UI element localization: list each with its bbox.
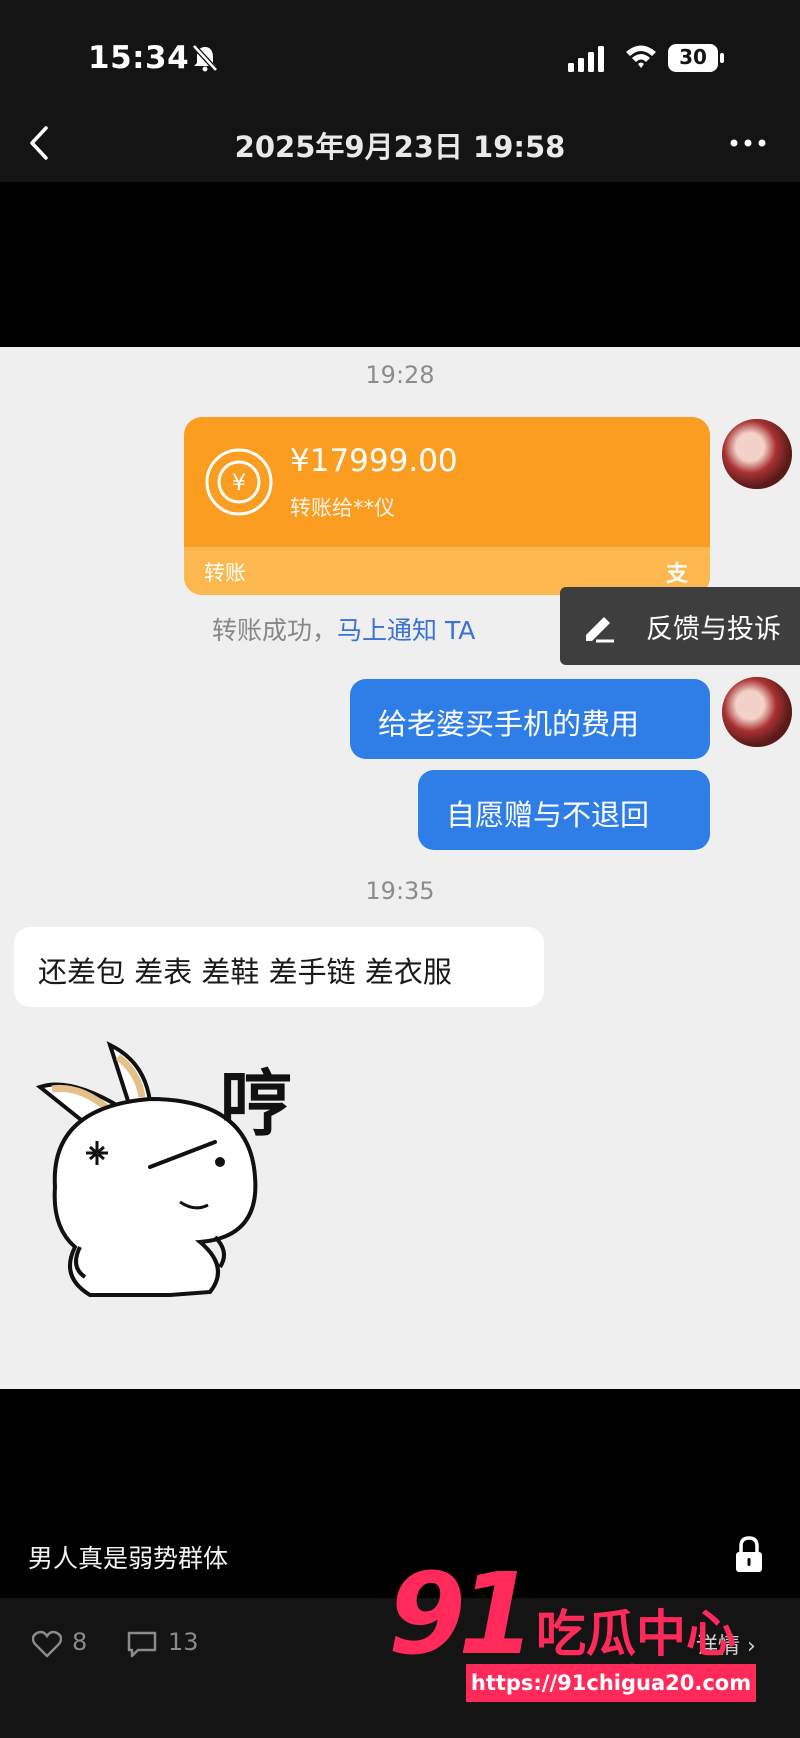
transfer-recipient: 转账给**仪 [290,496,395,520]
avatar[interactable] [722,419,792,489]
message-bubble-received[interactable]: 还差包 差表 差鞋 差手链 差衣服 [14,927,544,1007]
transfer-footer-label: 转账 [204,561,246,585]
transfer-coin-icon: ¥ [205,448,273,516]
page-title: 2025年9月23日 19:58 [234,130,566,164]
like-count: 8 [72,1628,88,1656]
watermark-url: https://91chigua20.com [466,1664,756,1702]
chat-screenshot: 19:28 ¥ ¥17999.00 转账给**仪 转账 支 转账成功，马上通知 … [0,347,800,1389]
svg-text:¥: ¥ [232,471,246,496]
chat-timestamp: 19:35 [365,877,435,905]
wifi-icon [626,45,656,68]
alipay-icon: 支 [665,562,688,587]
chat-timestamp: 19:28 [365,361,435,389]
status-time: 15:34 [88,40,190,76]
sticker-text: 哼 [220,1062,293,1146]
more-options-icon[interactable] [728,128,768,158]
comment-count: 13 [168,1628,199,1656]
message-bubble-sent[interactable]: 自愿赠与不退回 [418,770,710,850]
transfer-card[interactable]: ¥ ¥17999.00 转账给**仪 转账 支 [184,417,710,595]
post-caption: 男人真是弱势群体 [28,1544,229,1573]
comment-icon[interactable] [126,1630,158,1658]
message-bubble-sent[interactable]: 给老婆买手机的费用 [350,679,710,759]
avatar[interactable] [722,677,792,747]
transfer-status: 转账成功，马上通知 TA [212,611,475,647]
battery-icon: 30 [668,44,726,74]
watermark-logo-text: 吃瓜中心 [536,1605,736,1663]
battery-level: 30 [679,45,707,69]
feedback-popup[interactable]: 反馈与投诉 [560,587,800,665]
angry-rabbit-sticker[interactable]: 哼 [30,1037,330,1337]
message-text: 自愿赠与不退回 [446,798,650,832]
edit-icon [586,617,614,643]
bell-muted-icon [192,44,218,72]
transfer-amount: ¥17999.00 [290,443,458,479]
lock-icon[interactable] [734,1536,764,1574]
transfer-status-text: 转账成功， [212,616,338,645]
watermark-logo-number: 91 [388,1550,536,1680]
message-text: 给老婆买手机的费用 [378,707,640,741]
feedback-label: 反馈与投诉 [646,614,781,645]
signal-icon [568,46,604,72]
notify-link[interactable]: 马上通知 TA [337,616,475,645]
heart-icon[interactable] [32,1630,62,1658]
message-text: 还差包 差表 差鞋 差手链 差衣服 [38,955,452,989]
